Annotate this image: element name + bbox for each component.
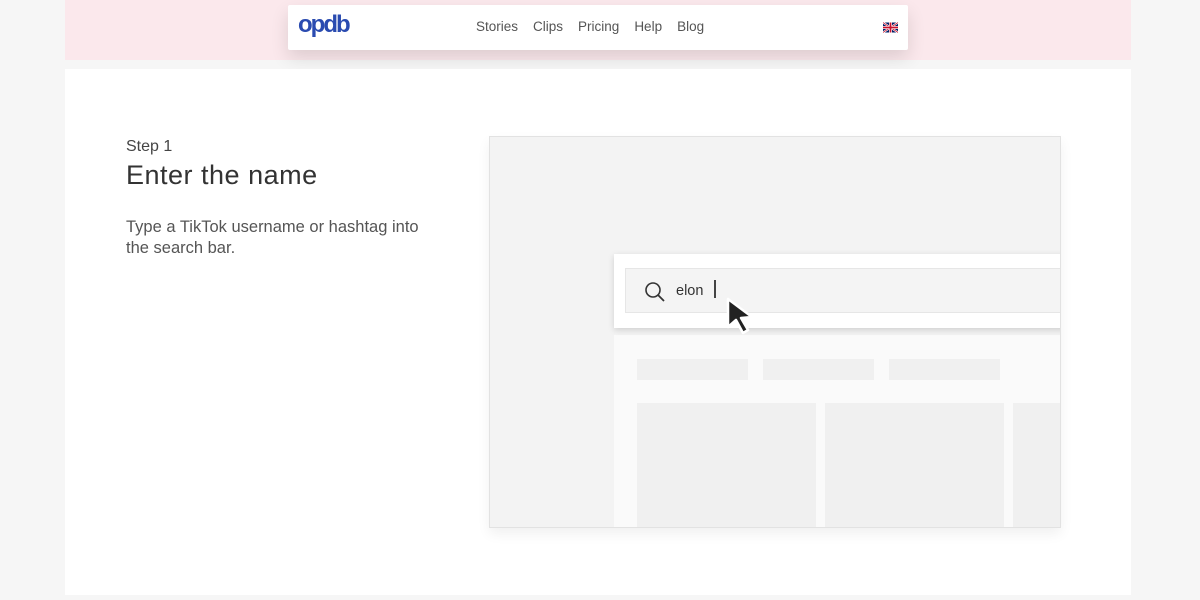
nav-link-help[interactable]: Help xyxy=(634,19,662,34)
step-title: Enter the name xyxy=(126,160,318,190)
search-value: elon xyxy=(676,283,704,299)
step-description: Type a TikTok username or hashtag into t… xyxy=(126,218,419,257)
nav-link-pricing[interactable]: Pricing xyxy=(578,19,619,34)
search-icon xyxy=(645,282,665,302)
text-caret xyxy=(714,280,716,298)
search-bar-container: elon xyxy=(614,254,1060,328)
nav-link-clips[interactable]: Clips xyxy=(533,19,563,34)
nav-link-stories[interactable]: Stories xyxy=(476,19,518,34)
placeholder-tab xyxy=(637,359,748,380)
search-illustration: elon xyxy=(489,136,1061,528)
placeholder-tab xyxy=(889,359,1000,380)
nav-links: Stories Clips Pricing Help Blog xyxy=(476,19,704,34)
step-label: Step 1 xyxy=(126,138,173,155)
nav-link-blog[interactable]: Blog xyxy=(677,19,704,34)
uk-flag-icon[interactable] xyxy=(883,22,898,33)
placeholder-tile xyxy=(825,403,1004,527)
logo[interactable]: opdb xyxy=(298,13,351,37)
placeholder-tab xyxy=(763,359,874,380)
search-input[interactable]: elon xyxy=(625,268,1060,313)
placeholder-tile xyxy=(1013,403,1060,527)
mouse-pointer-icon xyxy=(726,297,754,335)
placeholder-tile xyxy=(637,403,816,527)
navbar: opdb Stories Clips Pricing Help Blog xyxy=(288,5,908,50)
